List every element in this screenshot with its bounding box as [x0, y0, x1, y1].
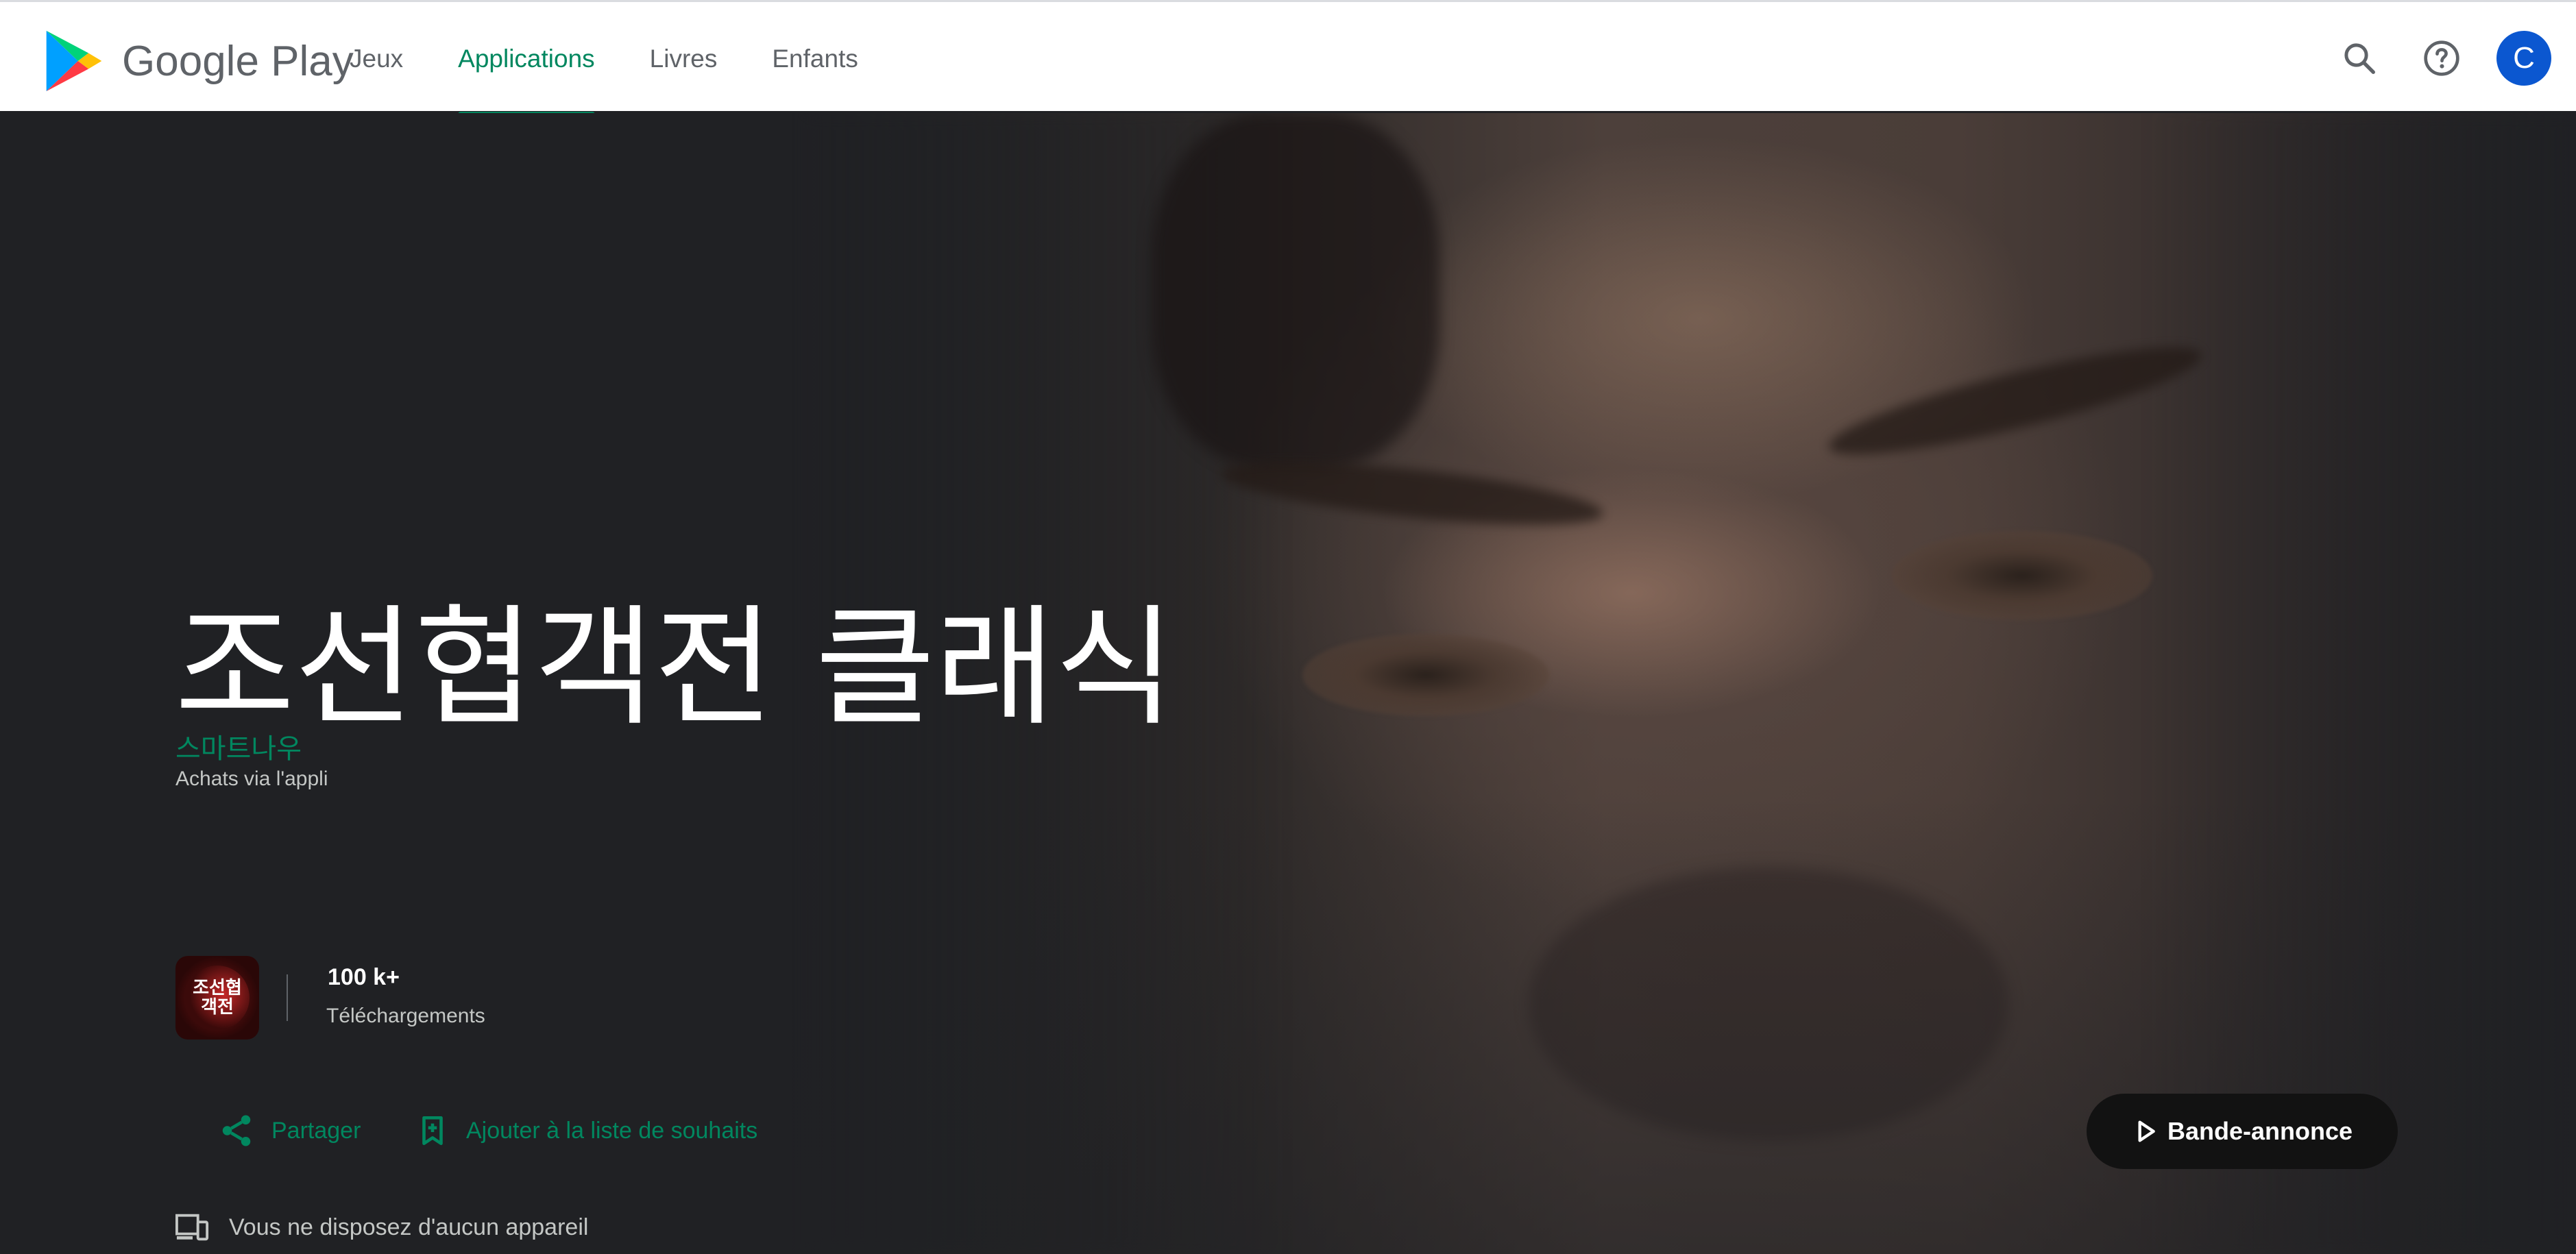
downloads-count: 100 k+ — [328, 964, 400, 990]
account-avatar[interactable]: C — [2496, 31, 2551, 86]
tab-enfants[interactable]: Enfants — [772, 2, 858, 115]
wishlist-label: Ajouter à la liste de souhaits — [466, 1117, 758, 1144]
tab-livres[interactable]: Livres — [650, 2, 718, 115]
play-store-icon — [46, 30, 102, 92]
app-title: 조선협객전 클래식 — [175, 592, 1175, 743]
tab-jeux[interactable]: Jeux — [350, 2, 403, 115]
trailer-button[interactable]: Bande-annonce — [2087, 1094, 2398, 1169]
device-note-text: Vous ne disposez d'aucun appareil — [229, 1214, 589, 1240]
tab-label: Applications — [458, 44, 595, 73]
downloads-label: Téléchargements — [326, 1005, 485, 1027]
devices-icon — [175, 1214, 209, 1241]
stat-divider — [287, 974, 288, 1021]
bookmark-add-icon — [422, 1116, 443, 1146]
help-icon[interactable] — [2417, 34, 2466, 83]
tab-label: Enfants — [772, 44, 858, 73]
app-icon: 조선협객전 — [175, 956, 259, 1040]
share-icon — [222, 1115, 251, 1146]
avatar-letter: C — [2513, 41, 2535, 75]
search-icon[interactable] — [2335, 34, 2384, 83]
device-availability-note: Vous ne disposez d'aucun appareil — [175, 1210, 588, 1244]
app-icon-text: 조선협객전 — [185, 966, 250, 1030]
wishlist-button[interactable]: Ajouter à la liste de souhaits — [415, 1109, 757, 1153]
brand-name: Google Play — [122, 37, 354, 85]
share-button[interactable]: Partager — [218, 1109, 361, 1153]
trailer-label: Bande-annonce — [2167, 1117, 2353, 1145]
play-icon — [2138, 1120, 2155, 1142]
main-nav: Jeux Applications Livres Enfants — [350, 2, 913, 117]
share-label: Partager — [271, 1117, 361, 1144]
google-play-logo[interactable]: Google Play — [42, 27, 354, 95]
tab-label: Livres — [649, 44, 718, 73]
top-app-bar: Google Play Jeux Applications Livres Enf… — [0, 0, 2576, 117]
tab-label: Jeux — [350, 44, 404, 73]
developer-link[interactable]: 스마트나우 — [175, 726, 302, 766]
tab-applications[interactable]: Applications — [458, 2, 595, 117]
in-app-purchases-note: Achats via l'appli — [175, 767, 328, 790]
